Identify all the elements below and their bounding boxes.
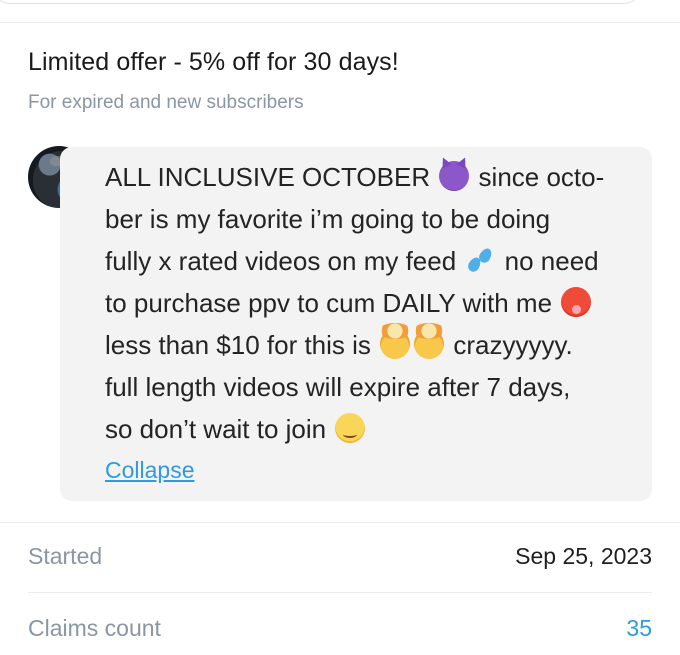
offer-subtitle: For expired and new subscribers: [28, 92, 304, 113]
winking-face-emoji-icon: [335, 413, 366, 443]
started-label: Started: [28, 543, 103, 569]
row-divider: [28, 592, 652, 593]
message-line: ALL INCLUSIVE OCTOBER since octo-: [105, 161, 605, 192]
sweat-droplets-emoji-icon: [465, 245, 495, 275]
message-line: ber is my favorite i’m going to be doing: [105, 204, 551, 234]
offer-message: ALL INCLUSIVE OCTOBER since octo- ber is…: [105, 156, 645, 450]
claims-count-label: Claims count: [28, 615, 161, 641]
exploding-head-emoji-icon: [412, 323, 447, 359]
collapse-link[interactable]: Collapse: [105, 457, 195, 484]
message-line: less than $10 for this is crazyyyyy.: [105, 323, 573, 360]
top-divider: [0, 22, 680, 23]
offer-title: Limited offer - 5% off for 30 days!: [28, 48, 399, 76]
section-divider: [0, 522, 680, 523]
message-line: to purchase ppv to cum DAILY with me: [105, 282, 645, 324]
claims-count-value: 35: [626, 615, 652, 641]
hot-face-emoji-icon: [561, 287, 592, 317]
message-line: so don’t wait to join: [105, 408, 645, 450]
message-line: fully x rated videos on my feed no need: [105, 245, 599, 276]
started-value: Sep 25, 2023: [515, 543, 652, 569]
message-line: full length videos will expire after 7 d…: [105, 372, 571, 402]
devil-emoji-icon: [439, 161, 470, 191]
search-bar-edge[interactable]: [0, 0, 644, 4]
exploding-head-emoji-icon: [378, 323, 413, 359]
